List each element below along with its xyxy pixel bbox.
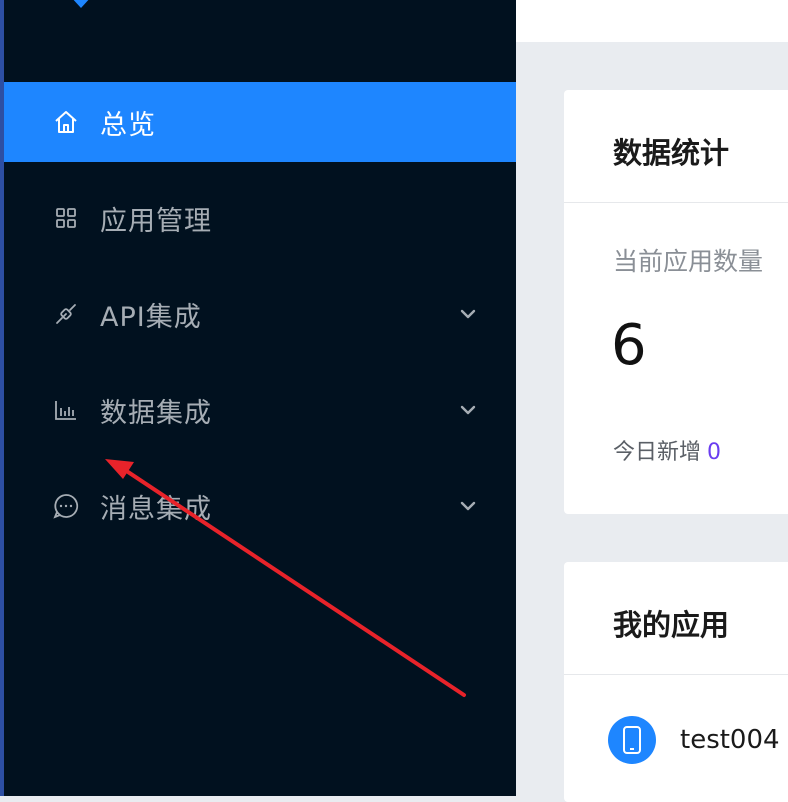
sidebar-item-label: 应用管理 [100, 205, 212, 237]
grid-apps-icon [52, 204, 80, 232]
card-header: 数据统计 [564, 90, 788, 203]
sidebar-item-data-integration[interactable]: 数据集成 [4, 370, 516, 450]
sidebar-item-overview[interactable]: 总览 [4, 82, 516, 162]
plug-link-icon [52, 300, 80, 328]
chat-bubble-icon [52, 492, 80, 520]
sidebar-item-label: API集成 [100, 301, 202, 333]
chevron-down-icon[interactable] [458, 304, 478, 324]
my-apps-card: 我的应用 test004 [564, 562, 788, 802]
stats-card: 数据统计 当前应用数量 6 今日新增 0 [564, 90, 788, 514]
current-app-count-label: 当前应用数量 [613, 247, 764, 276]
card-title: 数据统计 [613, 136, 730, 170]
chevron-down-icon[interactable] [458, 400, 478, 420]
mobile-phone-icon [608, 716, 656, 764]
current-app-count-value: 6 [611, 313, 647, 378]
today-new-row: 今日新增 0 [613, 434, 721, 466]
sidebar-item-label: 数据集成 [100, 397, 212, 429]
today-new-label: 今日新增 [613, 440, 702, 465]
sidebar-item-api-integration[interactable]: API集成 [4, 274, 516, 354]
app-list-item[interactable]: test004 [608, 716, 780, 764]
sidebar-item-message-integration[interactable]: 消息集成 [4, 466, 516, 546]
today-new-value: 0 [707, 440, 722, 465]
sidebar: 总览 应用管理 API集成 数据集成 消息集成 [4, 0, 516, 796]
sidebar-item-label: 消息集成 [100, 493, 212, 525]
main-content: 数据统计 当前应用数量 6 今日新增 0 我的应用 test004 [516, 0, 788, 802]
home-icon [52, 108, 80, 136]
top-header-bar [516, 0, 788, 42]
sidebar-item-label: 总览 [100, 109, 156, 141]
logo-icon [73, 0, 89, 8]
card-header: 我的应用 [564, 562, 788, 675]
chevron-down-icon[interactable] [458, 496, 478, 516]
app-name: test004 [680, 725, 780, 755]
bar-chart-icon [52, 396, 80, 424]
card-title: 我的应用 [613, 608, 730, 642]
sidebar-item-app-management[interactable]: 应用管理 [4, 178, 516, 258]
